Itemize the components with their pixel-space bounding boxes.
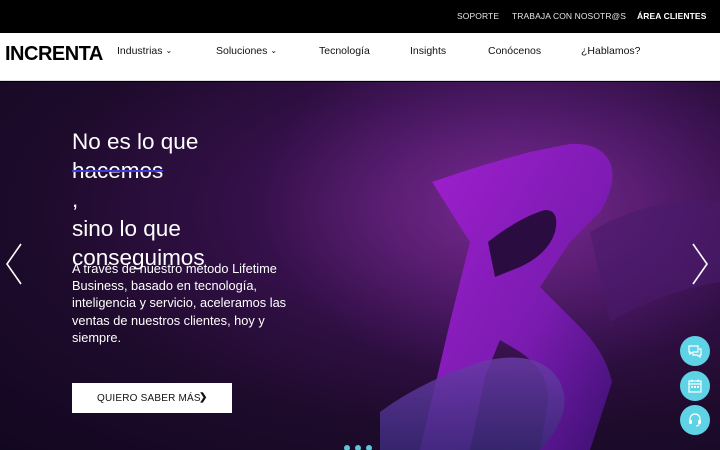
- calendar-icon: [688, 379, 702, 393]
- nav-label-industrias: Industrias: [117, 45, 163, 57]
- headline-comma: ,: [72, 187, 79, 212]
- support-call-button[interactable]: [680, 405, 710, 435]
- client-area-link[interactable]: ÁREA CLIENTES: [637, 11, 706, 21]
- headline-line-1: No es lo que: [72, 129, 199, 154]
- hero-section: No es lo que hacemos, sino lo que conseg…: [0, 82, 720, 450]
- chat-button[interactable]: [680, 336, 710, 366]
- nav-label-soluciones: Soluciones: [216, 45, 268, 57]
- brand-logo[interactable]: INCRENTA: [5, 42, 103, 64]
- nav-item-conocenos[interactable]: Conócenos: [488, 45, 541, 57]
- nav-item-insights[interactable]: Insights: [410, 45, 446, 57]
- chevron-down-icon: ⌄: [165, 46, 173, 55]
- headline-line-2: hacemos,: [72, 156, 372, 214]
- chevron-down-icon: ⌄: [270, 46, 278, 55]
- cta-label: QUIERO SABER MÁS: [97, 392, 201, 404]
- headline-line-3: sino lo que: [72, 216, 181, 241]
- main-navigation: INCRENTA Industrias ⌄ Soluciones ⌄ Tecnolo…: [0, 33, 720, 81]
- sub-pre: A través de nuestro método: [72, 261, 233, 276]
- nav-item-soluciones[interactable]: Soluciones ⌄: [216, 45, 277, 57]
- support-link[interactable]: SOPORTE: [457, 11, 499, 21]
- carousel-dot[interactable]: [355, 445, 361, 450]
- chevron-right-icon: ❯: [199, 392, 208, 403]
- headset-icon: [689, 413, 701, 427]
- chevron-right-icon[interactable]: [690, 242, 710, 286]
- struck-word: hacemos: [72, 156, 164, 185]
- chat-icon: [688, 345, 702, 359]
- chevron-left-icon[interactable]: [4, 242, 24, 286]
- calendar-button[interactable]: [680, 371, 710, 401]
- nav-item-hablamos[interactable]: ¿Hablamos?: [581, 45, 641, 57]
- carousel-dot[interactable]: [366, 445, 372, 450]
- careers-link[interactable]: TRABAJA CON NOSOTR@S: [512, 11, 626, 21]
- logo-text: INCRENTA: [5, 43, 103, 64]
- hero-description: A través de nuestro método Lifetime Busi…: [72, 260, 307, 346]
- nav-item-industrias[interactable]: Industrias ⌄: [117, 45, 172, 57]
- carousel-dot[interactable]: [344, 445, 350, 450]
- cta-learn-more-button[interactable]: QUIERO SABER MÁS ❯: [72, 383, 232, 413]
- top-utility-bar: SOPORTE TRABAJA CON NOSOTR@S ÁREA CLIENT…: [0, 0, 720, 33]
- nav-item-tecnologia[interactable]: Tecnología: [319, 45, 370, 57]
- hero-headline: No es lo que hacemos, sino lo que conseg…: [72, 127, 372, 272]
- strike-line: [72, 170, 164, 172]
